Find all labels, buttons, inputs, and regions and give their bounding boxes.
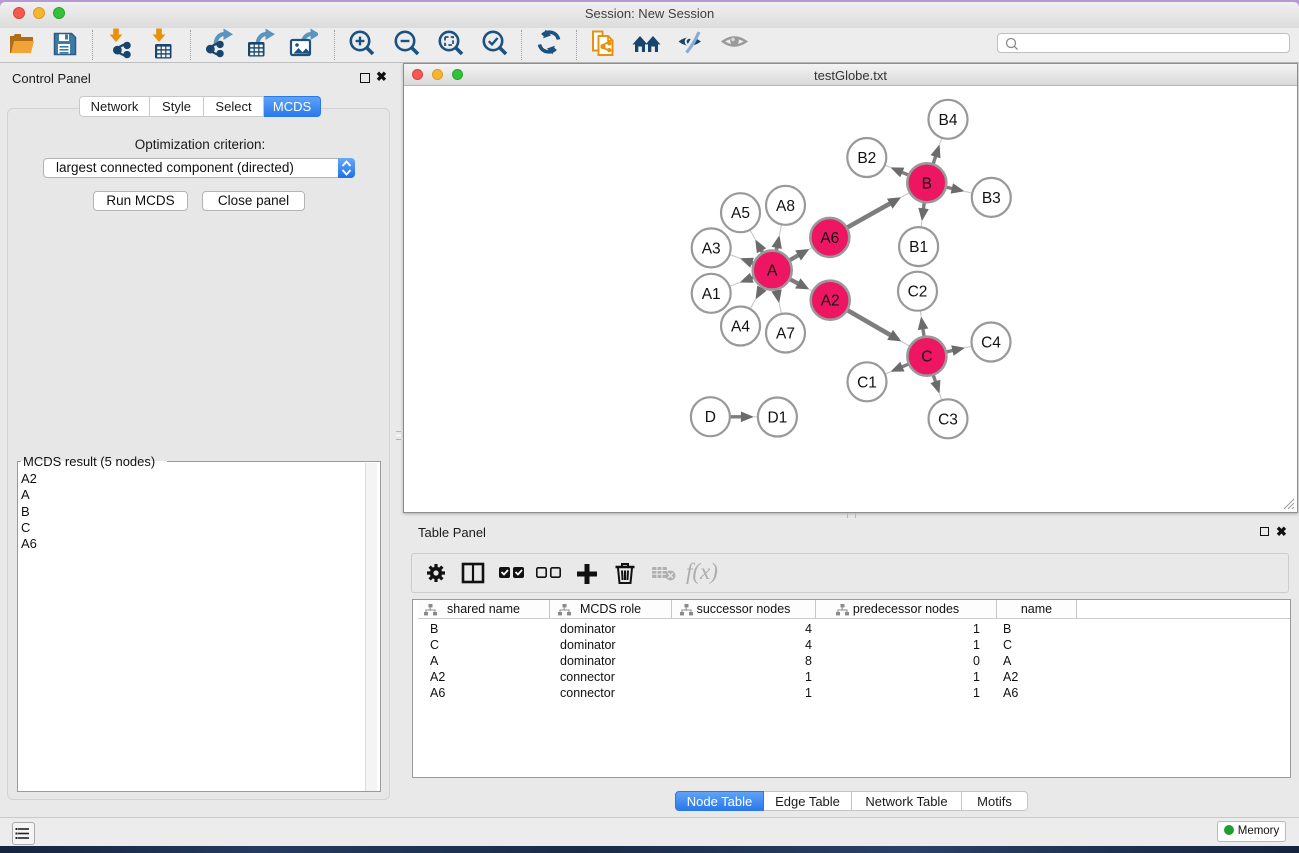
svg-text:A4: A4 [731, 319, 750, 336]
svg-text:A8: A8 [776, 198, 795, 215]
svg-text:B4: B4 [939, 112, 958, 129]
svg-text:A3: A3 [702, 240, 721, 257]
svg-text:A1: A1 [702, 286, 721, 303]
svg-text:C2: C2 [908, 284, 928, 301]
svg-text:B2: B2 [857, 150, 876, 167]
svg-text:C4: C4 [981, 335, 1001, 352]
svg-text:A6: A6 [820, 230, 839, 247]
svg-text:A5: A5 [731, 205, 750, 222]
svg-text:A7: A7 [776, 326, 795, 343]
svg-text:B3: B3 [982, 190, 1001, 207]
svg-text:C1: C1 [857, 374, 877, 391]
svg-text:D: D [705, 409, 716, 426]
svg-text:D1: D1 [767, 410, 787, 427]
svg-text:C: C [921, 349, 932, 366]
svg-text:A2: A2 [821, 293, 840, 310]
svg-text:B1: B1 [909, 239, 928, 256]
svg-text:A: A [767, 263, 778, 280]
svg-text:B: B [922, 175, 932, 192]
svg-text:C3: C3 [938, 411, 958, 428]
